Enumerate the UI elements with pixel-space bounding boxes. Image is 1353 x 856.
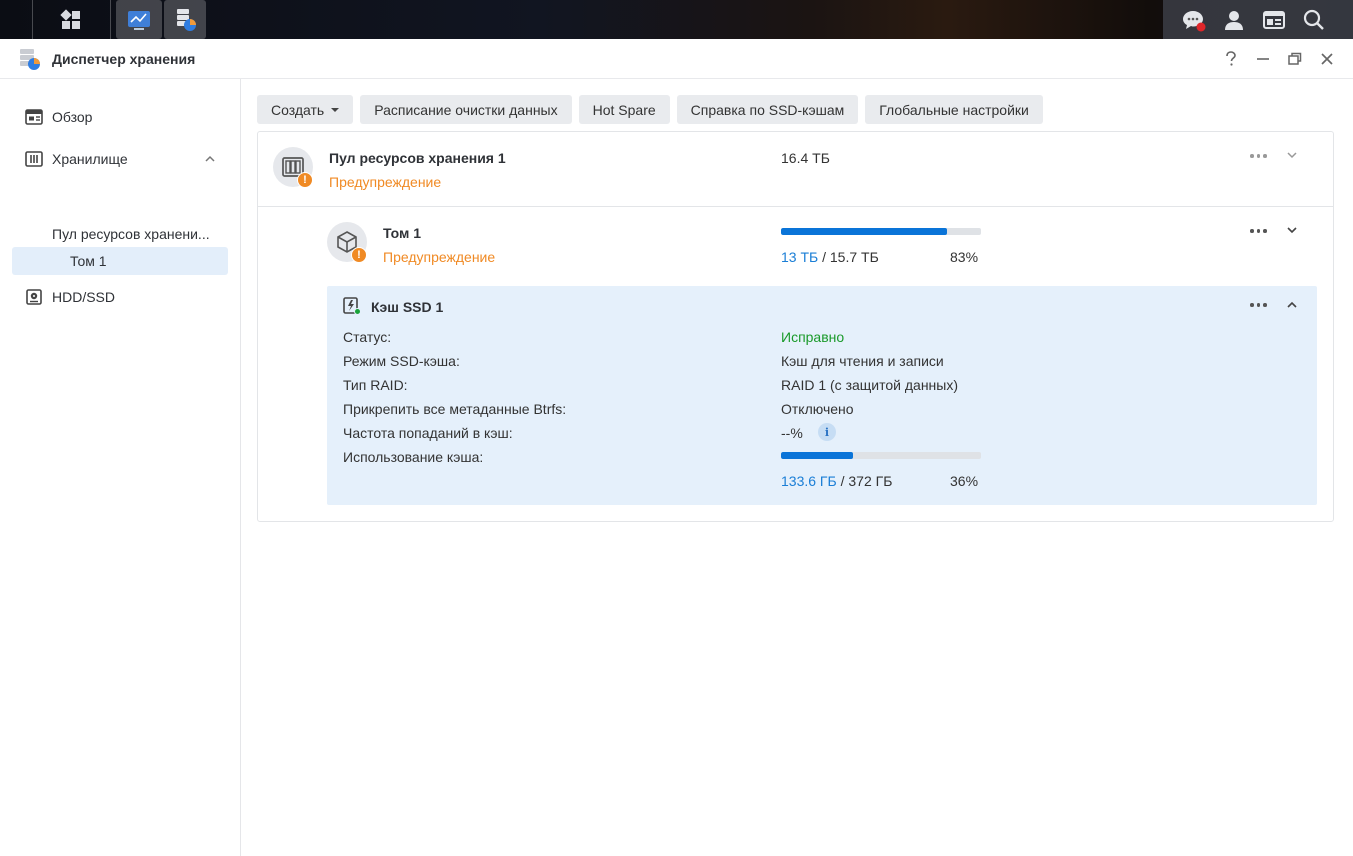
usage-separator: / [836, 473, 849, 489]
resource-monitor-icon [128, 10, 150, 30]
sidebar-item-volume[interactable]: Том 1 [12, 247, 228, 275]
ssd-cache-name: Кэш SSD 1 [371, 299, 444, 315]
volume-usage-text: 13 ТБ / 15.7 ТБ [781, 249, 879, 265]
notifications-button[interactable] [1177, 0, 1211, 39]
user-button[interactable] [1219, 0, 1249, 39]
sidebar: Обзор Хранилище Пул ресурсов хранени... … [0, 79, 241, 856]
pool-more-actions-icon[interactable] [1248, 150, 1269, 162]
volume-usage-fill [781, 228, 947, 235]
hit-rate-value: --% [781, 425, 803, 441]
storage-pool-card: ! Пул ресурсов хранения 1 Предупреждение… [257, 131, 1334, 522]
storage-icon [25, 150, 43, 168]
cache-usage-percent: 36% [950, 473, 979, 489]
raid-type-value: RAID 1 (с защитой данных) [781, 377, 959, 393]
hot-spare-button[interactable]: Hot Spare [578, 95, 670, 124]
usage-separator: / [818, 249, 830, 265]
taskbar-separator [110, 0, 111, 39]
sidebar-item-storage-pool[interactable]: Пул ресурсов хранени... [12, 220, 228, 248]
create-dropdown-button[interactable]: Создать [257, 95, 354, 124]
widgets-button[interactable] [1257, 0, 1291, 39]
toolbar: Создать Расписание очистки данных Hot Sp… [257, 95, 1043, 124]
minimize-button[interactable] [1253, 49, 1273, 69]
cache-usage-text: 133.6 ГБ / 372 ГБ [781, 473, 892, 489]
sidebar-item-hdd-ssd[interactable]: HDD/SSD [12, 283, 228, 311]
cache-status-label: Статус: [343, 329, 392, 345]
cache-usage-fill [781, 452, 853, 459]
sidebar-item-storage[interactable]: Хранилище [12, 145, 228, 173]
help-button[interactable] [1221, 49, 1241, 69]
main-menu-button[interactable] [50, 0, 92, 39]
pin-metadata-label: Прикрепить все метаданные Btrfs: [343, 401, 567, 417]
window-title: Диспетчер хранения [52, 50, 196, 67]
pin-metadata-value: Отключено [781, 401, 854, 417]
storage-pool-header[interactable]: ! Пул ресурсов хранения 1 Предупреждение… [258, 132, 1333, 207]
cache-more-actions-icon[interactable] [1248, 299, 1269, 311]
restore-icon [1288, 52, 1302, 65]
data-scrubbing-schedule-button[interactable]: Расписание очистки данных [360, 95, 572, 124]
restore-button[interactable] [1285, 49, 1305, 69]
question-mark-icon [1226, 51, 1236, 66]
chevron-up-icon[interactable] [1286, 299, 1298, 311]
ssd-cache-panel: Кэш SSD 1 Статус: Исправно Режим SSD-кэш… [327, 286, 1317, 505]
sidebar-item-label: Том 1 [70, 253, 107, 269]
desktop-taskbar [0, 0, 1353, 39]
cache-usage-label: Использование кэша: [343, 449, 484, 465]
chevron-up-icon[interactable] [204, 153, 216, 165]
storage-manager-icon [20, 48, 40, 70]
overview-icon [25, 108, 43, 126]
volume-section: ! Том 1 Предупреждение 13 ТБ / 15.7 ТБ 8… [258, 207, 1333, 522]
storage-manager-icon [177, 8, 196, 31]
create-label: Создать [271, 101, 325, 118]
storage-pool-size: 16.4 ТБ [781, 150, 830, 166]
volume-name: Том 1 [383, 225, 422, 241]
global-settings-button[interactable]: Глобальные настройки [865, 95, 1043, 124]
caret-down-icon [331, 107, 340, 112]
taskbar-tray [1163, 0, 1353, 39]
storage-pool-status: Предупреждение [329, 174, 442, 190]
warning-icon: ! [351, 247, 367, 263]
raid-type-label: Тип RAID: [343, 377, 408, 393]
sidebar-item-label: Обзор [52, 109, 93, 125]
chat-bubble-icon [1183, 10, 1206, 31]
cache-used: 133.6 ГБ [781, 473, 837, 489]
ssd-cache-icon [343, 297, 361, 315]
cache-mode-value: Кэш для чтения и записи [781, 353, 944, 369]
main-menu-icon [60, 8, 80, 29]
cache-status-value: Исправно [781, 329, 845, 345]
sidebar-item-label: Хранилище [52, 151, 128, 167]
minimize-icon [1257, 58, 1269, 60]
volume-usage-bar [781, 228, 981, 235]
chevron-down-icon[interactable] [1286, 149, 1298, 161]
volume-used: 13 ТБ [781, 249, 819, 265]
close-button[interactable] [1317, 49, 1337, 69]
search-button[interactable] [1297, 0, 1331, 39]
volume-total: 15.7 ТБ [829, 249, 879, 265]
cache-total: 372 ГБ [848, 473, 893, 489]
disk-icon [25, 288, 43, 306]
volume-usage-percent: 83% [950, 249, 979, 265]
sidebar-item-label: HDD/SSD [52, 289, 116, 305]
window-titlebar[interactable]: Диспетчер хранения [0, 39, 1353, 79]
storage-manager-window: Диспетчер хранения Обзор Хранилище Пул р… [0, 39, 1353, 856]
taskbar-separator [32, 0, 33, 39]
info-icon[interactable]: i [818, 423, 836, 441]
hit-rate-label: Частота попаданий в кэш: [343, 425, 513, 441]
cache-usage-bar [781, 452, 981, 459]
chevron-down-icon[interactable] [1286, 224, 1298, 236]
close-icon [1321, 53, 1333, 65]
sidebar-item-overview[interactable]: Обзор [12, 103, 228, 131]
cache-mode-label: Режим SSD-кэша: [343, 353, 460, 369]
main-content: Создать Расписание очистки данных Hot Sp… [241, 79, 1353, 856]
volume-more-actions-icon[interactable] [1248, 225, 1269, 237]
widgets-icon [1263, 10, 1285, 29]
search-icon [1303, 9, 1324, 30]
warning-icon: ! [297, 172, 313, 188]
taskbar-app-storage-manager[interactable] [164, 0, 206, 39]
ssd-cache-advisor-button[interactable]: Справка по SSD-кэшам [676, 95, 859, 124]
user-icon [1225, 10, 1243, 30]
taskbar-app-monitor[interactable] [116, 0, 162, 39]
storage-pool-name: Пул ресурсов хранения 1 [329, 150, 506, 166]
volume-status: Предупреждение [383, 249, 496, 265]
sidebar-item-label: Пул ресурсов хранени... [52, 226, 210, 242]
